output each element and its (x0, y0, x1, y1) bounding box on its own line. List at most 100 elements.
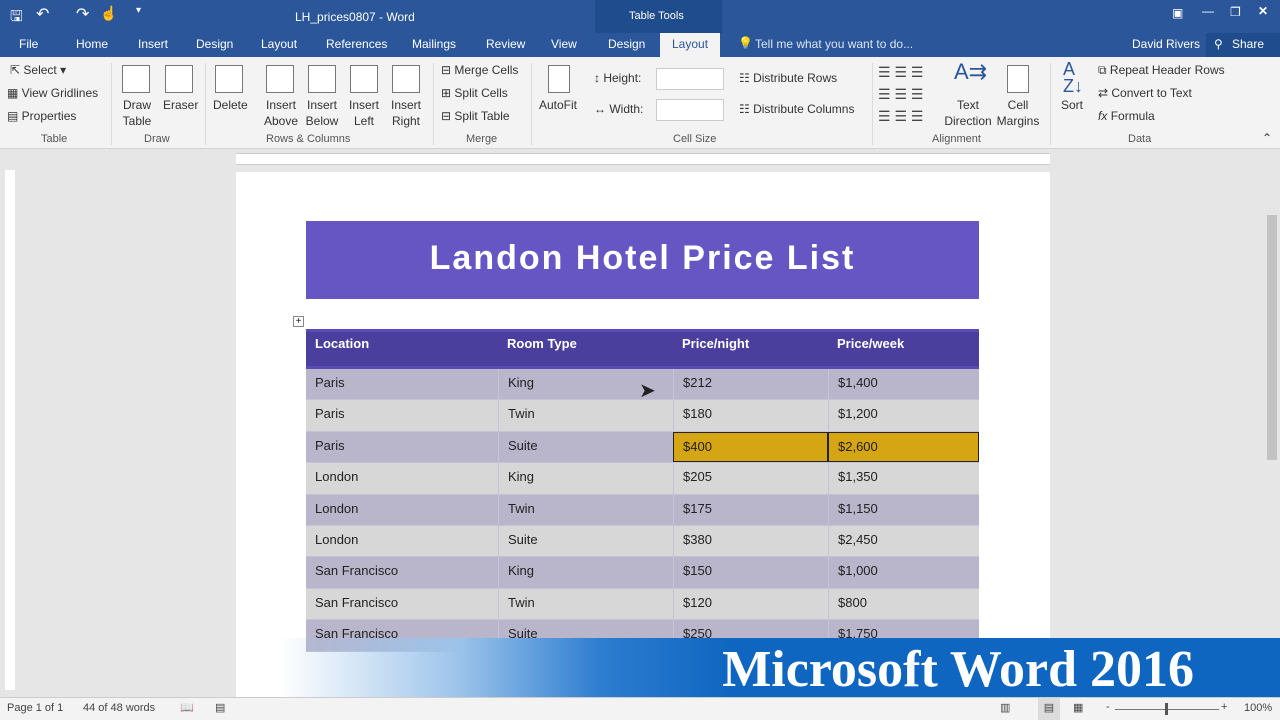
table-cell[interactable]: King (498, 557, 673, 588)
alignment-grid[interactable]: ☰ ☰ ☰ ☰ ☰ ☰ ☰ ☰ ☰ (878, 61, 944, 129)
undo-icon[interactable]: ↶ (36, 4, 49, 24)
tab-view[interactable]: View (551, 37, 577, 51)
draw-table-button[interactable]: Draw Table (118, 97, 156, 129)
vertical-ruler[interactable] (5, 170, 15, 690)
repeat-header-rows-button[interactable]: ⧉ Repeat Header Rows (1098, 63, 1225, 78)
table-cell[interactable]: $1,400 (828, 369, 979, 400)
insert-right-button[interactable]: Insert Right (387, 97, 425, 129)
tab-insert[interactable]: Insert (138, 37, 168, 51)
zoom-out-icon[interactable]: - (1106, 701, 1110, 713)
save-icon[interactable]: 🖫 (10, 6, 23, 31)
tab-layout[interactable]: Layout (261, 37, 297, 51)
ribbon-display-icon[interactable]: ▣ (1172, 6, 1183, 20)
table-cell[interactable]: London (306, 495, 498, 525)
table-cell[interactable]: Twin (498, 588, 673, 620)
tell-me-input[interactable]: Tell me what you want to do... (755, 37, 913, 51)
insert-above-button[interactable]: Insert Above (262, 97, 300, 129)
macro-icon[interactable]: ▤ (215, 701, 225, 714)
distribute-columns-button[interactable]: ☷ Distribute Columns (739, 102, 854, 116)
vertical-scrollbar[interactable] (1264, 150, 1280, 697)
table-cell[interactable]: San Francisco (306, 589, 498, 619)
table-cell[interactable]: Paris (306, 369, 498, 399)
table-cell[interactable]: London (306, 526, 498, 556)
tab-table-design[interactable]: Design (608, 37, 645, 51)
header-cell[interactable]: Room Type (498, 332, 673, 366)
zoom-slider-thumb[interactable] (1165, 703, 1168, 715)
print-layout-icon[interactable]: ▤ (1038, 698, 1060, 720)
table-cell[interactable]: King (498, 463, 673, 494)
table-cell[interactable]: $1,000 (828, 557, 979, 588)
tab-design[interactable]: Design (196, 37, 233, 51)
zoom-in-icon[interactable]: + (1221, 701, 1227, 713)
table-cell[interactable]: Suite (498, 431, 673, 463)
table-cell[interactable]: Paris (306, 400, 498, 430)
table-cell[interactable]: $175 (673, 494, 828, 525)
collapse-ribbon-icon[interactable]: ⌃ (1262, 131, 1272, 145)
width-input[interactable] (656, 99, 724, 121)
share-button[interactable]: ⚲ Share (1206, 33, 1280, 57)
height-input[interactable] (656, 68, 724, 90)
delete-button[interactable]: Delete (213, 98, 248, 112)
distribute-rows-button[interactable]: ☷ Distribute Rows (739, 71, 837, 85)
customize-qat-icon[interactable]: ▾ (136, 5, 141, 16)
table-cell[interactable]: $1,200 (828, 400, 979, 431)
table-cell[interactable]: $800 (828, 588, 979, 620)
convert-to-text-button[interactable]: ⇄ Convert to Text (1098, 86, 1192, 100)
table-move-handle-icon[interactable]: + (293, 316, 304, 327)
table-cell[interactable]: Paris (306, 432, 498, 462)
table-cell[interactable]: London (306, 463, 498, 493)
merge-cells-button[interactable]: ⊟ Merge Cells (441, 63, 518, 77)
tab-mailings[interactable]: Mailings (412, 37, 456, 51)
word-count[interactable]: 44 of 48 words (83, 702, 155, 714)
redo-icon[interactable]: ↷ (76, 4, 89, 24)
scrollbar-thumb[interactable] (1267, 215, 1277, 460)
table-cell[interactable]: $1,350 (828, 463, 979, 494)
table-cell[interactable]: $120 (673, 588, 828, 620)
tab-table-layout[interactable]: Layout (660, 33, 721, 57)
close-icon[interactable]: ✕ (1258, 4, 1268, 18)
restore-icon[interactable]: ❐ (1230, 5, 1241, 19)
insert-left-button[interactable]: Insert Left (345, 97, 383, 129)
cell-margins-button[interactable]: Cell Margins (994, 97, 1042, 129)
header-cell[interactable]: Price/night (673, 332, 828, 366)
table-cell[interactable]: $2,450 (828, 525, 979, 557)
sort-button[interactable]: Sort (1061, 98, 1083, 112)
table-cell[interactable]: $380 (673, 525, 828, 557)
tab-home[interactable]: Home (76, 37, 108, 51)
table-cell[interactable]: $212 (673, 369, 828, 400)
proofing-icon[interactable]: 📖 (180, 701, 194, 714)
table-cell[interactable]: Suite (498, 525, 673, 557)
eraser-button[interactable]: Eraser (163, 98, 198, 112)
table-cell[interactable]: $1,150 (828, 494, 979, 525)
table-cell[interactable]: $2,600 (828, 431, 979, 463)
view-gridlines-button[interactable]: ▦ View Gridlines (7, 86, 98, 100)
header-cell[interactable]: Price/week (828, 332, 979, 366)
tab-references[interactable]: References (326, 37, 387, 51)
horizontal-ruler[interactable] (236, 153, 1050, 165)
table-cell[interactable]: Twin (498, 400, 673, 431)
autofit-button[interactable]: AutoFit (539, 98, 577, 112)
touch-mode-icon[interactable]: ☝ (100, 5, 117, 22)
properties-button[interactable]: ▤ Properties (7, 109, 76, 123)
user-name[interactable]: David Rivers (1132, 37, 1200, 51)
table-cell[interactable]: $180 (673, 400, 828, 431)
zoom-level[interactable]: 100% (1244, 702, 1272, 714)
minimize-icon[interactable]: — (1202, 4, 1214, 18)
select-button[interactable]: ⇱ Select ▾ (10, 63, 66, 77)
table-cell[interactable]: $150 (673, 557, 828, 588)
split-cells-button[interactable]: ⊞ Split Cells (441, 86, 508, 100)
header-cell[interactable]: Location (306, 332, 498, 366)
tab-file[interactable]: File (19, 37, 38, 51)
insert-below-button[interactable]: Insert Below (303, 97, 341, 129)
formula-button[interactable]: fx Formula (1098, 109, 1155, 123)
page-count[interactable]: Page 1 of 1 (7, 702, 63, 714)
text-direction-button[interactable]: Text Direction (943, 97, 993, 129)
table-cell[interactable]: $400 (673, 431, 828, 463)
web-layout-icon[interactable]: ▦ (1073, 701, 1083, 714)
tab-review[interactable]: Review (486, 37, 525, 51)
read-mode-icon[interactable]: ▥ (1000, 701, 1010, 714)
table-cell[interactable]: San Francisco (306, 557, 498, 587)
table-cell[interactable]: Twin (498, 494, 673, 525)
split-table-button[interactable]: ⊟ Split Table (441, 109, 510, 123)
table-cell[interactable]: $205 (673, 463, 828, 494)
